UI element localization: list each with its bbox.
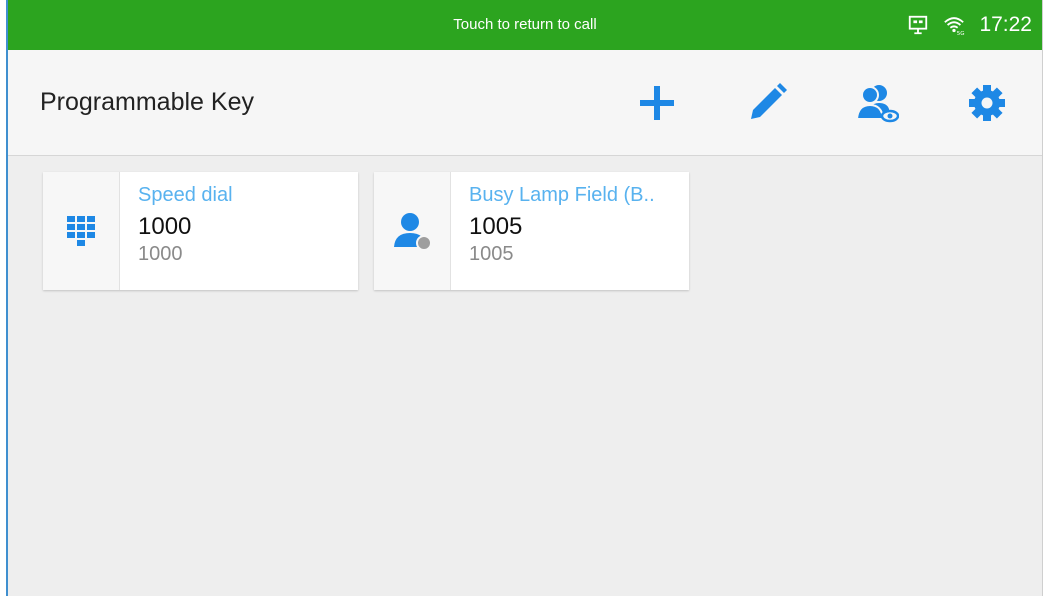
action-bar: Programmable Key [8, 50, 1042, 156]
edit-button[interactable] [712, 50, 822, 155]
status-bar[interactable]: Touch to return to call 5G 17:22 [8, 0, 1042, 50]
contacts-view-icon [855, 84, 899, 122]
add-button[interactable] [602, 50, 712, 155]
action-buttons [602, 50, 1042, 155]
pencil-icon [751, 82, 787, 119]
return-to-call-text[interactable]: Touch to return to call [8, 0, 1042, 50]
key-icon-box [374, 172, 451, 290]
key-type: Speed dial [138, 184, 233, 206]
key-name: 1005 [469, 213, 523, 240]
key-card-speed-dial[interactable]: Speed dial 1000 1000 [43, 172, 358, 290]
status-indicators: 5G 17:22 [907, 0, 1032, 50]
key-number: 1000 [138, 243, 183, 265]
key-list: Speed dial 1000 1000 Busy Lamp Field (B.… [8, 156, 1042, 596]
key-number: 1005 [469, 243, 514, 265]
key-type: Busy Lamp Field (B.. [469, 184, 655, 206]
svg-text:5G: 5G [957, 31, 965, 36]
clock: 17:22 [979, 13, 1032, 36]
plus-icon [640, 85, 674, 120]
app-window: Touch to return to call 5G 17:22 Program… [6, 0, 1043, 596]
key-card-blf[interactable]: Busy Lamp Field (B.. 1005 1005 [374, 172, 689, 290]
network-icon [907, 14, 929, 36]
dialpad-icon [67, 216, 95, 246]
wifi-5g-icon: 5G [943, 14, 965, 36]
page-title: Programmable Key [40, 88, 254, 116]
key-card-text: Busy Lamp Field (B.. 1005 1005 [469, 172, 681, 266]
key-name: 1000 [138, 213, 192, 240]
person-status-icon [394, 213, 432, 251]
key-icon-box [43, 172, 120, 290]
gear-icon [969, 84, 1005, 121]
view-contacts-button[interactable] [822, 50, 932, 155]
key-card-text: Speed dial 1000 1000 [138, 172, 350, 266]
settings-button[interactable] [932, 50, 1042, 155]
